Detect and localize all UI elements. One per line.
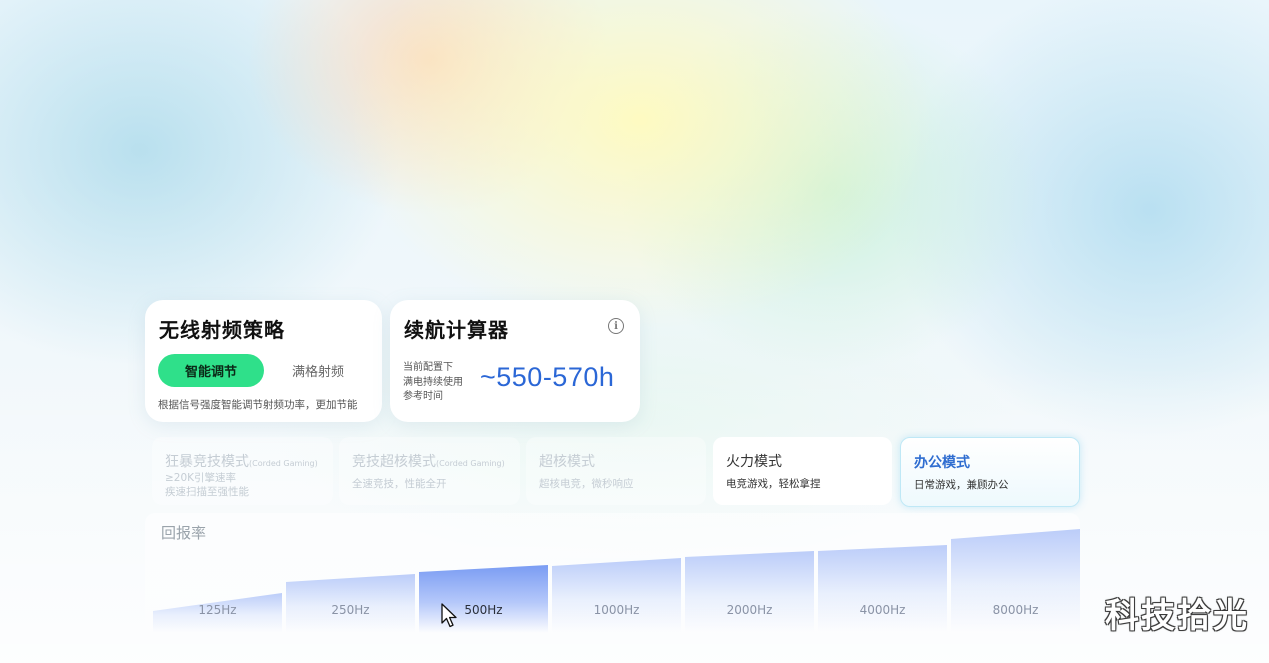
battery-calculator-card: 续航计算器 i 当前配置下 满电持续使用 参考时间 ~550-570h bbox=[390, 300, 640, 422]
mode-title-text: 狂暴竞技模式 bbox=[165, 454, 249, 470]
battery-caption-line: 当前配置下 bbox=[403, 362, 453, 373]
mode-tag: (Corded Gaming) bbox=[436, 459, 505, 468]
mode-title-text: 竞技超核模式 bbox=[352, 454, 436, 470]
rate-label: 250Hz bbox=[331, 603, 370, 617]
info-icon[interactable]: i bbox=[608, 318, 624, 334]
rate-option-125hz[interactable]: 125Hz bbox=[153, 593, 282, 633]
rate-label: 500Hz bbox=[464, 603, 503, 617]
watermark-text: 科技拾光 bbox=[1105, 596, 1249, 636]
mode-subtitle-line: ≥20K引擎速率 bbox=[165, 472, 237, 484]
rate-option-500hz[interactable]: 500Hz bbox=[419, 565, 548, 633]
smart-adjust-button[interactable]: 智能调节 bbox=[158, 354, 264, 387]
mode-subtitle: 超核电竞，微秒响应 bbox=[539, 478, 634, 490]
mode-title: 竞技超核模式(Corded Gaming) bbox=[352, 451, 505, 471]
mode-tag: (Corded Gaming) bbox=[249, 459, 318, 468]
mode-card-competitive-ultra[interactable]: 竞技超核模式(Corded Gaming) 全速竞技，性能全开 bbox=[339, 437, 520, 505]
rate-label: 1000Hz bbox=[593, 603, 640, 617]
rate-label: 125Hz bbox=[198, 603, 237, 617]
polling-rate-panel: 回报率 125Hz 250Hz 500Hz 1000Hz 2000Hz 4000… bbox=[145, 513, 1080, 633]
battery-calculator-title: 续航计算器 bbox=[404, 318, 509, 342]
rate-option-2000hz[interactable]: 2000Hz bbox=[685, 551, 814, 633]
rf-strategy-description: 根据信号强度智能调节射频功率，更加节能 bbox=[158, 399, 358, 411]
battery-caption-line: 参考时间 bbox=[403, 391, 443, 402]
rate-option-1000hz[interactable]: 1000Hz bbox=[552, 558, 681, 633]
mode-subtitle: 日常游戏，兼顾办公 bbox=[914, 479, 1009, 491]
rate-label: 2000Hz bbox=[726, 603, 773, 617]
mode-title: 办公模式 bbox=[914, 455, 970, 471]
mode-card-firepower[interactable]: 火力模式 电竞游戏，轻松拿捏 bbox=[713, 437, 892, 505]
mode-title: 火力模式 bbox=[726, 454, 782, 470]
mode-title: 超核模式 bbox=[539, 454, 595, 470]
mode-subtitle-line: 疾速扫描至强性能 bbox=[165, 486, 249, 498]
full-power-button[interactable]: 满格射频 bbox=[283, 354, 353, 387]
mode-card-ultra-core[interactable]: 超核模式 超核电竞，微秒响应 bbox=[526, 437, 706, 505]
polling-rate-title: 回报率 bbox=[161, 524, 207, 542]
mode-subtitle: ≥20K引擎速率 疾速扫描至强性能 bbox=[165, 471, 249, 499]
battery-caption-line: 满电持续使用 bbox=[403, 376, 463, 388]
rate-label: 8000Hz bbox=[992, 603, 1039, 617]
battery-time-value: ~550-570h bbox=[480, 362, 615, 392]
battery-caption: 当前配置下 满电持续使用 参考时间 bbox=[403, 361, 463, 405]
rf-strategy-card: 无线射频策略 智能调节 满格射频 根据信号强度智能调节射频功率，更加节能 bbox=[145, 300, 382, 422]
mode-subtitle: 全速竞技，性能全开 bbox=[352, 478, 447, 490]
mode-title: 狂暴竞技模式(Corded Gaming) bbox=[165, 451, 318, 471]
mode-card-office[interactable]: 办公模式 日常游戏，兼顾办公 bbox=[900, 437, 1080, 507]
rf-strategy-title: 无线射频策略 bbox=[159, 318, 285, 342]
mouse-cursor-icon bbox=[441, 603, 457, 628]
mode-card-rampage[interactable]: 狂暴竞技模式(Corded Gaming) ≥20K引擎速率 疾速扫描至强性能 bbox=[152, 437, 333, 505]
mode-subtitle: 电竞游戏，轻松拿捏 bbox=[726, 478, 821, 490]
rate-option-250hz[interactable]: 250Hz bbox=[286, 574, 415, 633]
rate-option-8000hz[interactable]: 8000Hz bbox=[951, 529, 1080, 633]
rate-option-4000hz[interactable]: 4000Hz bbox=[818, 545, 947, 633]
rate-label: 4000Hz bbox=[859, 603, 906, 617]
